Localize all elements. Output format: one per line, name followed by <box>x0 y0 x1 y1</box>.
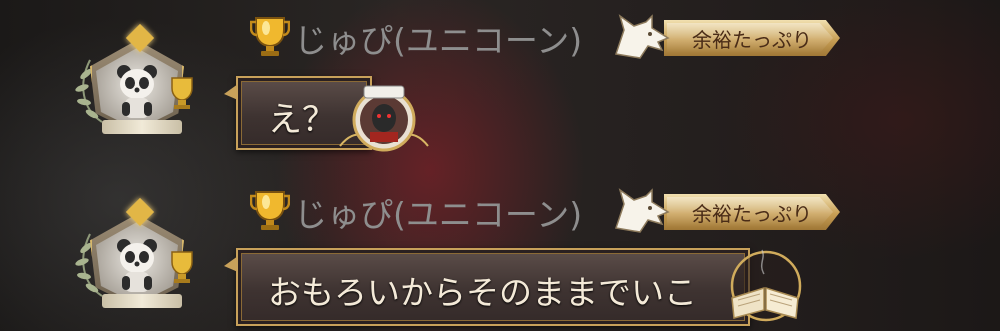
panda-emblem-icon <box>117 239 157 292</box>
trophy-icon <box>171 251 193 283</box>
gold-trophy-icon <box>250 17 290 56</box>
player-name[interactable]: じゅぴ(ユニコーン) <box>294 188 582 236</box>
gold-trophy-icon <box>250 191 290 230</box>
status-tag-label: 余裕たっぷり <box>692 202 812 226</box>
status-tag-label: 余裕たっぷり <box>692 28 812 52</box>
player-avatar[interactable] <box>72 23 204 136</box>
open-book-icon[interactable] <box>722 244 808 324</box>
chat-message: じゅぴ(ユニコーン) 余裕たっぷり おもろいからそのままでいこ <box>0 174 1000 331</box>
status-tag: 余裕たっぷり <box>612 14 842 60</box>
player-avatar[interactable] <box>72 197 204 310</box>
panda-emblem-icon <box>117 65 157 118</box>
chat-bubble: おもろいからそのままでいこ <box>224 248 750 326</box>
message-text: え？ <box>268 100 336 140</box>
hunter-portrait-badge-icon[interactable] <box>334 68 434 158</box>
status-tag: 余裕たっぷり <box>612 188 842 234</box>
wolf-icon <box>615 188 670 233</box>
chat-log: じゅぴ(ユニコーン) 余裕たっぷり え？ じゅぴ(ユニコーン) 余裕たっぷり お… <box>0 0 1000 331</box>
message-text: おもろいからそのままでいこ <box>268 273 697 312</box>
chat-message: じゅぴ(ユニコーン) 余裕たっぷり え？ <box>0 0 1000 160</box>
player-name[interactable]: じゅぴ(ユニコーン) <box>294 14 582 62</box>
trophy-icon <box>171 77 193 109</box>
wolf-icon <box>615 14 670 59</box>
